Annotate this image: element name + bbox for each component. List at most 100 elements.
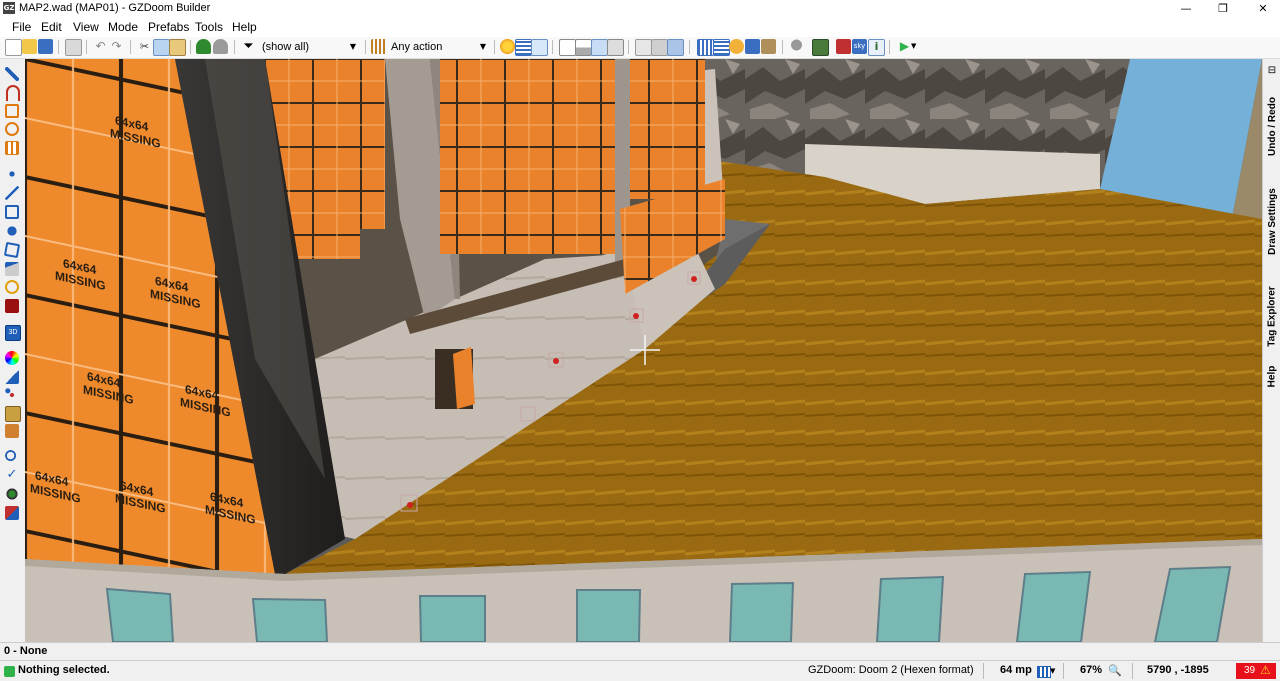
filter-icon: ⏷ bbox=[243, 39, 254, 54]
toggle-models-icon[interactable] bbox=[635, 39, 652, 56]
menu-help[interactable]: Help bbox=[232, 20, 257, 34]
undo-icon[interactable]: ↶ bbox=[93, 39, 108, 54]
color-picker-icon[interactable] bbox=[5, 351, 19, 365]
toolbar-separator bbox=[628, 40, 629, 54]
play-test-icon[interactable]: ▶ bbox=[897, 39, 912, 54]
bounding-box-icon[interactable] bbox=[836, 39, 851, 54]
grid-size[interactable]: 64 mp bbox=[1000, 664, 1032, 676]
brightness-icon[interactable] bbox=[500, 39, 515, 54]
draw-ellipse-icon[interactable] bbox=[5, 122, 19, 136]
viewport-scene: 64x64 MISSING 64x64 MISSING 64x64 MISSIN… bbox=[25, 59, 1262, 642]
open-map-icon[interactable] bbox=[22, 39, 37, 54]
action-filter-dropdown[interactable]: Any action ▼ bbox=[388, 39, 488, 55]
right-dock: ⊟ Undo / Redo Draw Settings Tag Explorer… bbox=[1262, 59, 1280, 642]
thing-filter-dropdown[interactable]: (show all) ▼ bbox=[258, 39, 358, 55]
tab-tag-explorer[interactable]: Tag Explorer bbox=[1263, 271, 1280, 361]
selection-icon[interactable] bbox=[5, 388, 19, 402]
visual-mode-icon[interactable]: 3D bbox=[5, 325, 21, 341]
edit-selection-icon[interactable] bbox=[3, 241, 21, 259]
tab-undo-redo[interactable]: Undo / Redo bbox=[1263, 81, 1280, 171]
view-wireframe-icon[interactable] bbox=[559, 39, 576, 56]
toolbar-separator bbox=[782, 40, 783, 54]
make-sectors-icon[interactable] bbox=[5, 262, 19, 276]
cursor-coordinates: 5790 , -1895 bbox=[1147, 664, 1209, 676]
draw-curve-icon[interactable] bbox=[6, 85, 20, 101]
sound-environment-icon[interactable] bbox=[5, 299, 19, 313]
zoom-level[interactable]: 67% bbox=[1080, 664, 1102, 676]
menu-file[interactable]: File bbox=[12, 20, 31, 34]
tab-draw-settings[interactable]: Draw Settings bbox=[1263, 174, 1280, 269]
model-render-icon[interactable] bbox=[812, 39, 829, 56]
menu-edit[interactable]: Edit bbox=[41, 20, 62, 34]
close-button[interactable]: ✕ bbox=[1240, 0, 1280, 17]
status-separator bbox=[1063, 663, 1064, 679]
light-bulb-icon[interactable] bbox=[789, 39, 804, 54]
redo-icon[interactable]: ↷ bbox=[109, 39, 124, 54]
status-separator bbox=[983, 663, 984, 679]
warnings-count: 39 bbox=[1244, 665, 1256, 676]
paste-icon[interactable] bbox=[169, 39, 186, 56]
thing-sprite bbox=[691, 276, 697, 282]
chevron-down-icon[interactable]: ▼ bbox=[911, 39, 919, 54]
pin-icon[interactable]: ⊟ bbox=[1263, 63, 1280, 77]
texture-grid-icon[interactable] bbox=[697, 39, 714, 56]
menu-prefabs[interactable]: Prefabs bbox=[148, 20, 189, 34]
draw-lines-icon[interactable] bbox=[5, 67, 19, 81]
dynamic-lights-icon[interactable] bbox=[729, 39, 744, 54]
animate-icon[interactable] bbox=[745, 39, 760, 54]
warnings-indicator[interactable]: 39 ⚠ bbox=[1236, 663, 1276, 679]
vertices-mode-icon[interactable] bbox=[5, 167, 19, 181]
insert-prefab-icon[interactable] bbox=[196, 39, 211, 54]
linedefs-mode-icon[interactable] bbox=[5, 186, 19, 200]
chevron-down-icon[interactable]: ▼ bbox=[1050, 667, 1055, 675]
script-editor-icon[interactable] bbox=[5, 506, 19, 520]
cut-icon[interactable]: ✂ bbox=[137, 39, 152, 54]
sky-toggle-icon[interactable]: sky bbox=[852, 39, 867, 54]
toggle-fog-icon[interactable] bbox=[667, 39, 684, 56]
visual-mode-viewport[interactable]: 64x64 MISSING 64x64 MISSING 64x64 MISSIN… bbox=[25, 59, 1262, 642]
things-mode-icon[interactable] bbox=[5, 224, 19, 238]
view-brightness-icon[interactable] bbox=[575, 39, 592, 56]
new-map-icon[interactable] bbox=[5, 39, 22, 56]
snap-to-grid-icon[interactable] bbox=[531, 39, 548, 56]
texture-icon[interactable] bbox=[5, 406, 21, 422]
view-floors-icon[interactable] bbox=[591, 39, 608, 56]
chevron-down-icon: ▼ bbox=[349, 42, 356, 51]
menu-view[interactable]: View bbox=[73, 20, 99, 34]
title-bar: GZ MAP2.wad (MAP01) - GZDoom Builder — ❐… bbox=[0, 0, 1280, 17]
toggle-lights-icon[interactable] bbox=[651, 39, 668, 56]
window-title: MAP2.wad (MAP01) - GZDoom Builder bbox=[19, 2, 211, 14]
status-bar: Nothing selected. GZDoom: Doom 2 (Hexen … bbox=[0, 660, 1280, 681]
map-options-icon[interactable] bbox=[65, 39, 82, 56]
menu-mode[interactable]: Mode bbox=[108, 20, 138, 34]
grid-icon[interactable] bbox=[1037, 666, 1051, 678]
sky-icon[interactable] bbox=[761, 39, 776, 54]
info-panel-icon[interactable]: i bbox=[868, 39, 885, 56]
draw-rectangle-icon[interactable] bbox=[5, 104, 19, 118]
insert-previous-prefab-icon[interactable] bbox=[213, 39, 228, 54]
grid-icon[interactable] bbox=[515, 39, 532, 56]
save-map-icon[interactable] bbox=[38, 39, 53, 54]
find-replace-icon[interactable] bbox=[5, 450, 19, 464]
slope-icon[interactable] bbox=[5, 370, 19, 384]
prefab-icon[interactable] bbox=[5, 424, 19, 438]
sectors-mode-icon[interactable] bbox=[5, 205, 19, 219]
copy-icon[interactable] bbox=[153, 39, 170, 56]
info-panel: 0 - None bbox=[0, 642, 1280, 661]
zoom-icon[interactable]: 🔍 bbox=[1108, 664, 1122, 677]
draw-grid-icon[interactable] bbox=[5, 141, 19, 155]
main-toolbar: ↶ ↷ ✂ ⏷ (show all) ▼ Any action ▼ sky i … bbox=[0, 37, 1280, 59]
view-ceilings-icon[interactable] bbox=[607, 39, 624, 56]
toolbar-separator bbox=[494, 40, 495, 54]
menu-tools[interactable]: Tools bbox=[195, 20, 223, 34]
flat-grid-icon[interactable] bbox=[713, 39, 730, 56]
sound-propagation-icon[interactable] bbox=[5, 280, 19, 294]
chevron-down-icon: ▼ bbox=[479, 42, 486, 51]
tab-help[interactable]: Help bbox=[1263, 351, 1280, 401]
window bbox=[418, 595, 486, 642]
check-map-icon[interactable]: ✓ bbox=[5, 468, 19, 482]
action-filter-value: Any action bbox=[391, 41, 443, 53]
window bbox=[251, 597, 329, 642]
map-analysis-icon[interactable] bbox=[5, 487, 19, 501]
toolbar-separator bbox=[58, 40, 59, 54]
